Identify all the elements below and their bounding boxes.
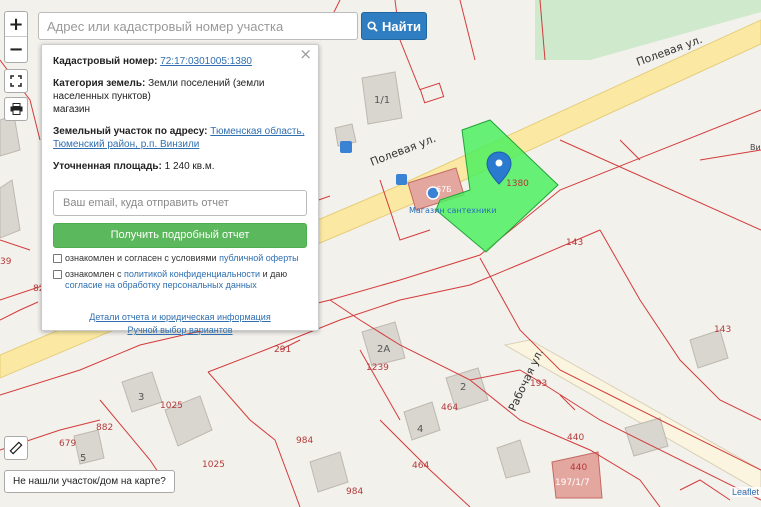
parcel-label: 197/1/7 (555, 478, 590, 488)
parcel-info-popup: × Кадастровый номер: 72:17:0301005:1380 … (41, 44, 319, 335)
checkbox-icon[interactable] (53, 270, 62, 279)
print-icon (10, 103, 22, 115)
poi-label: Магазин сантехники (409, 206, 496, 215)
address-row: Земельный участок по адресу: Тюменская о… (53, 125, 307, 151)
house-number: 5 (80, 453, 86, 464)
get-report-button[interactable]: Получить подробный отчет (53, 223, 307, 248)
privacy-consent-checkbox[interactable]: ознакомлен с политикой конфиденциальност… (53, 269, 307, 291)
consent-text: и даю (260, 269, 288, 279)
area-label: Уточненная площадь: (53, 161, 162, 172)
house-number: 2 (460, 382, 466, 393)
parcel-label: 1025 (202, 460, 225, 470)
parcel-label: 464 (441, 403, 458, 413)
close-icon[interactable]: × (299, 47, 312, 62)
parcel-label: 882 (96, 423, 113, 433)
offer-consent-checkbox[interactable]: ознакомлен и согласен с условиями публич… (53, 253, 307, 264)
cadastral-number-link[interactable]: 72:17:0301005:1380 (160, 56, 252, 67)
area-row: Уточненная площадь: 1 240 кв.м. (53, 160, 307, 173)
parcel-label: 1380 (506, 179, 529, 189)
personal-data-link[interactable]: согласие на обработку персональных данны… (65, 280, 257, 290)
print-button[interactable] (4, 97, 28, 121)
map-attribution[interactable]: Leaflet (729, 487, 761, 497)
zoom-out-button[interactable]: − (5, 37, 27, 62)
parcel-label: 464 (412, 461, 429, 471)
search-input[interactable] (38, 12, 358, 40)
consent-text: ознакомлен с (65, 269, 124, 279)
house-number: 67Б (436, 185, 452, 194)
ruler-button[interactable] (4, 436, 28, 460)
not-found-button[interactable]: Не нашли участок/дом на карте? (4, 470, 175, 493)
consent-text: ознакомлен и согласен с условиями (65, 253, 220, 263)
manual-selection-link[interactable]: Ручной выбор вариантов (127, 325, 232, 335)
parcel-label: 1025 (160, 401, 183, 411)
fullscreen-icon (10, 75, 22, 87)
land-use-value: магазин (53, 104, 91, 115)
popup-footer-links: Детали отчета и юридическая информация Р… (53, 311, 307, 337)
fullscreen-button[interactable] (4, 69, 28, 93)
offer-consent-label: ознакомлен и согласен с условиями публич… (65, 253, 299, 264)
checkbox-icon[interactable] (53, 254, 62, 263)
search-button-label: Найти (382, 18, 421, 34)
area-value: 1 240 кв.м. (164, 161, 215, 172)
email-field[interactable] (53, 190, 307, 216)
privacy-policy-link[interactable]: политикой конфиденциальности (124, 269, 260, 279)
parcel-label: 1239 (366, 363, 389, 373)
land-category-label: Категория земель: (53, 78, 146, 89)
parcel-label: 193 (530, 379, 547, 389)
privacy-consent-label: ознакомлен с политикой конфиденциальност… (65, 269, 307, 291)
cadastral-number-label: Кадастровый номер: (53, 56, 158, 67)
parcel-label: 143 (714, 325, 731, 335)
house-number: 1/1 (374, 95, 390, 106)
report-details-link[interactable]: Детали отчета и юридическая информация (89, 312, 270, 322)
house-number: 4 (417, 424, 423, 435)
search-button[interactable]: Найти (361, 12, 427, 40)
parcel-label: Ви (750, 143, 761, 152)
cadastral-number-row: Кадастровый номер: 72:17:0301005:1380 (53, 55, 307, 68)
address-label: Земельный участок по адресу: (53, 126, 208, 137)
parcel-label: 440 (567, 433, 584, 443)
parcel-label: 440 (570, 463, 587, 473)
parcel-label: 984 (296, 436, 313, 446)
land-category-row: Категория земель: Земли поселений (земли… (53, 77, 307, 116)
public-offer-link[interactable]: публичной оферты (219, 253, 299, 263)
zoom-in-button[interactable]: + (5, 12, 27, 37)
parcel-label: 39 (0, 257, 12, 267)
search-icon (367, 20, 378, 32)
parcel-label: 984 (346, 487, 363, 497)
parcel-label: 291 (274, 345, 291, 355)
house-number: 3 (138, 392, 144, 403)
zoom-control: + − (4, 11, 28, 63)
parcel-label: 679 (59, 439, 76, 449)
ruler-icon (9, 441, 23, 455)
house-number: 2А (377, 344, 390, 355)
parcel-label: 143 (566, 238, 583, 248)
